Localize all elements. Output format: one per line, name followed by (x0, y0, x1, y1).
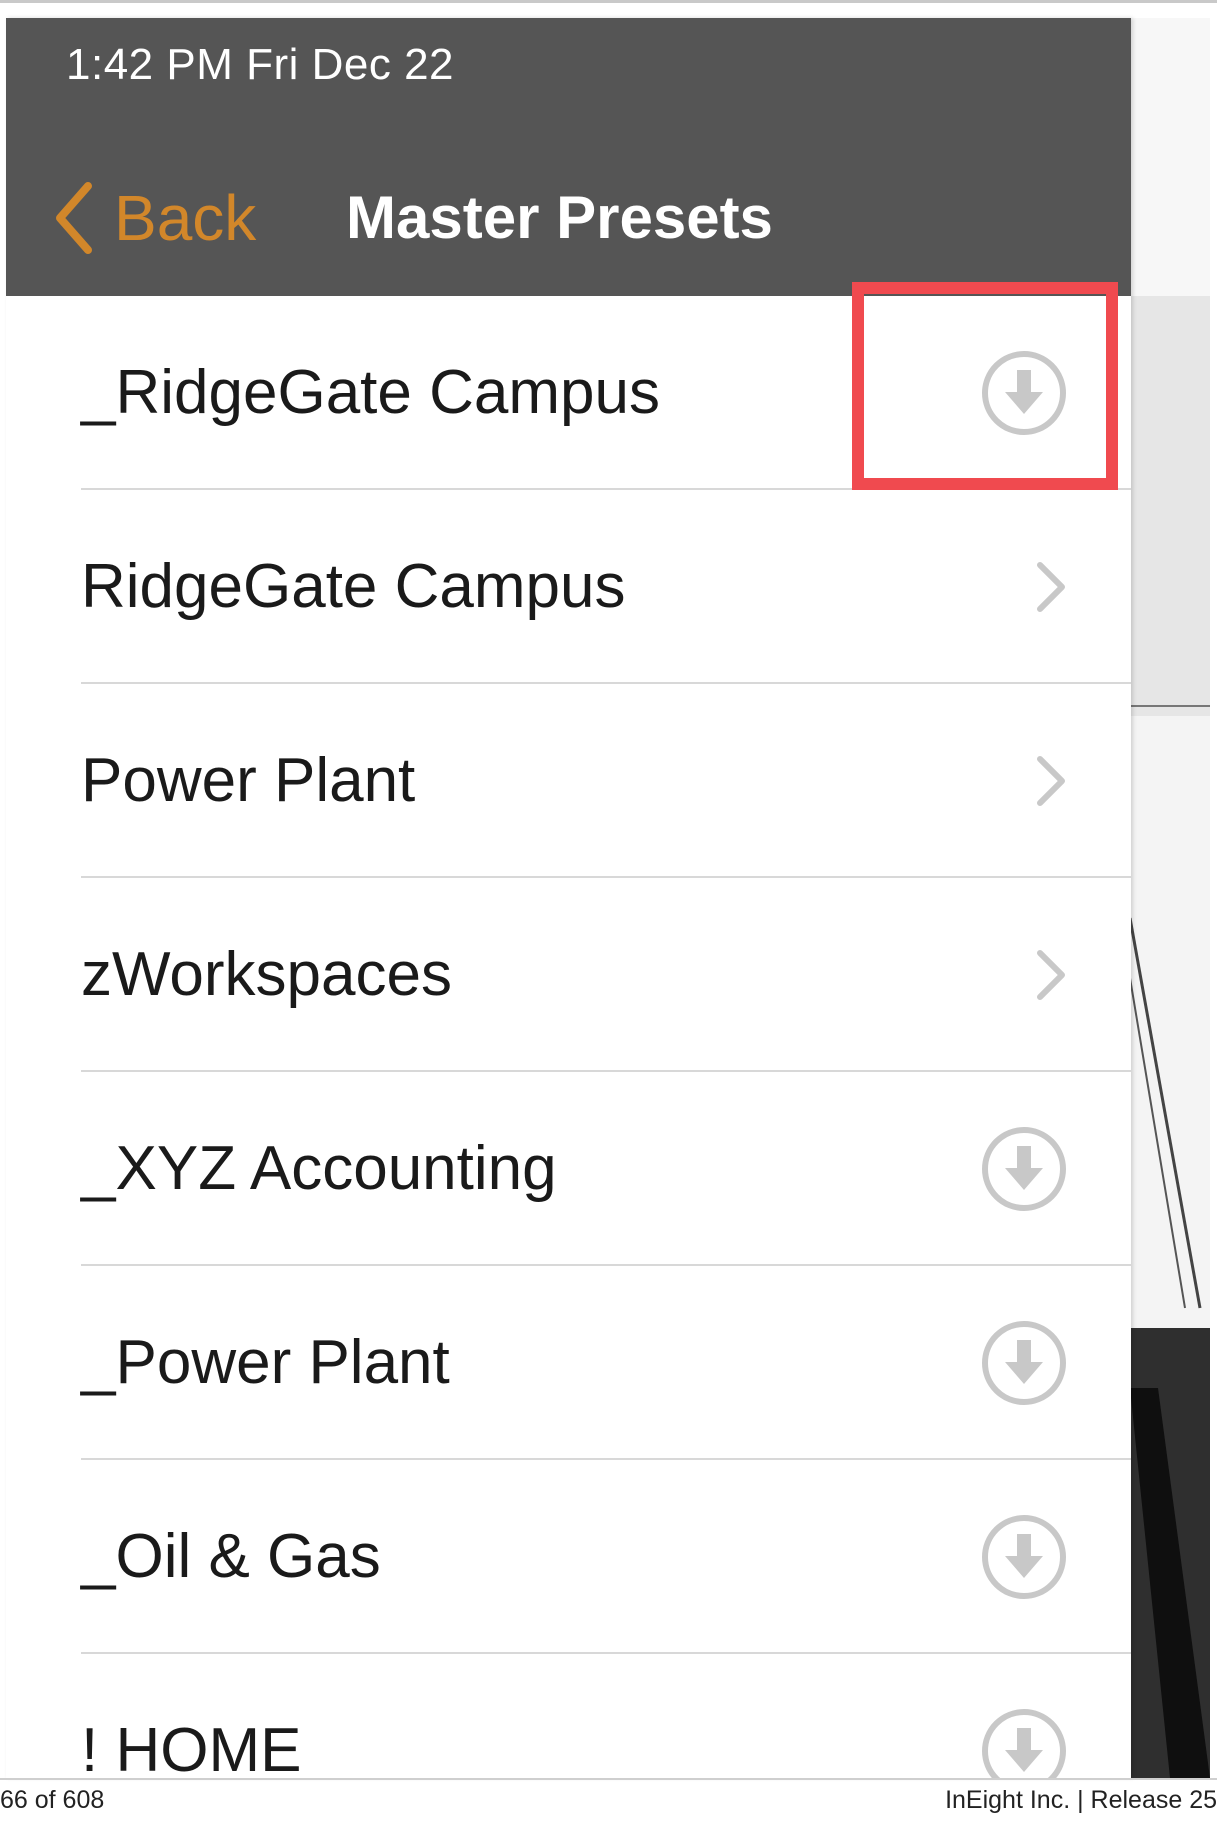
list-item-label: _Power Plant (81, 1328, 450, 1397)
background-canvas (1130, 18, 1210, 1778)
background-linework (1130, 705, 1210, 1778)
download-icon[interactable] (977, 1316, 1071, 1410)
list-item-label: _XYZ Accounting (81, 1134, 557, 1203)
list-item[interactable]: _Power Plant (6, 1266, 1131, 1460)
footer-divider (0, 1778, 1217, 1780)
list-item[interactable]: _Oil & Gas (6, 1460, 1131, 1654)
master-presets-panel: 1:42 PM Fri Dec 22 Back Master Presets _… (6, 18, 1131, 1778)
back-label: Back (114, 182, 257, 254)
list-item[interactable]: _XYZ Accounting (6, 1072, 1131, 1266)
chevron-right-icon (1026, 928, 1076, 1022)
download-icon[interactable] (977, 346, 1071, 440)
download-icon[interactable] (977, 1122, 1071, 1216)
top-divider (0, 0, 1217, 3)
list-item[interactable]: Power Plant (6, 684, 1131, 878)
list-item-label: ! HOME (81, 1716, 302, 1778)
navigation-bar: 1:42 PM Fri Dec 22 Back Master Presets (6, 18, 1131, 296)
list-item[interactable]: zWorkspaces (6, 878, 1131, 1072)
page-title: Master Presets (346, 184, 773, 251)
download-icon[interactable] (977, 1704, 1071, 1778)
list-item[interactable]: _RidgeGate Campus (6, 296, 1131, 490)
back-button[interactable]: Back (54, 178, 256, 258)
status-bar-time: 1:42 PM Fri Dec 22 (66, 40, 455, 89)
list-item-label: _RidgeGate Campus (81, 358, 660, 427)
list-item[interactable]: ! HOME (6, 1654, 1131, 1778)
download-icon[interactable] (977, 1510, 1071, 1604)
page-number: 66 of 608 (0, 1786, 105, 1814)
publisher-release: InEight Inc. | Release 25 (945, 1786, 1217, 1814)
chevron-right-icon (1026, 734, 1076, 828)
chevron-left-icon (54, 182, 94, 254)
list-item[interactable]: RidgeGate Campus (6, 490, 1131, 684)
list-item-label: RidgeGate Campus (81, 552, 626, 621)
list-item-label: Power Plant (81, 746, 416, 815)
screenshot-page: 1:42 PM Fri Dec 22 Back Master Presets _… (0, 0, 1217, 1846)
list-item-label: _Oil & Gas (81, 1522, 381, 1591)
list-item-label: zWorkspaces (81, 940, 452, 1009)
chevron-right-icon (1026, 540, 1076, 634)
presets-list: _RidgeGate Campus RidgeGate Campus Power… (6, 296, 1131, 1778)
